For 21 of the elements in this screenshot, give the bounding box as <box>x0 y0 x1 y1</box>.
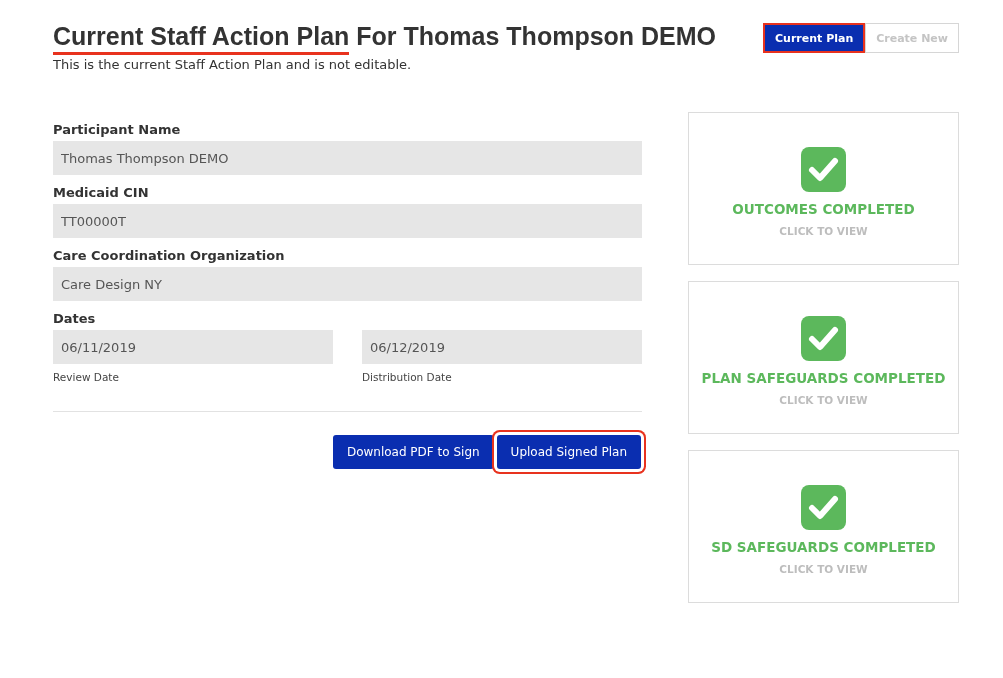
status-title: SD SAFEGUARDS COMPLETED <box>711 538 936 555</box>
page-title: Current Staff Action Plan For Thomas Thompson DEMO <box>53 22 717 55</box>
input-field[interactable]: Care Design NY <box>53 267 642 301</box>
input-field[interactable]: Thomas Thompson DEMO <box>53 141 642 175</box>
field-label: Participant Name <box>53 122 182 137</box>
plan-toggle-button[interactable]: Current Plan <box>763 23 866 53</box>
field-label: Care Coordination Organization <box>53 248 286 263</box>
field-label: Medicaid CIN <box>53 185 150 200</box>
status-title: OUTCOMES COMPLETED <box>732 200 915 217</box>
status-title: PLAN SAFEGUARDS COMPLETED <box>701 369 946 386</box>
checkmark-icon <box>801 315 846 361</box>
page-subtitle: This is the current Staff Action Plan and is not editable. <box>53 57 413 72</box>
date-field[interactable]: 06/11/2019 <box>53 330 333 364</box>
action-button[interactable]: Download PDF to Sign <box>332 435 494 469</box>
field-caption: Review Date <box>53 371 119 383</box>
field-caption: Distribution Date <box>362 371 452 383</box>
input-field[interactable]: TT00000T <box>53 204 642 238</box>
date-field[interactable]: 06/12/2019 <box>362 330 642 364</box>
checkmark-icon <box>801 146 846 192</box>
field-label: Dates <box>53 311 97 326</box>
checkmark-icon <box>801 484 846 530</box>
